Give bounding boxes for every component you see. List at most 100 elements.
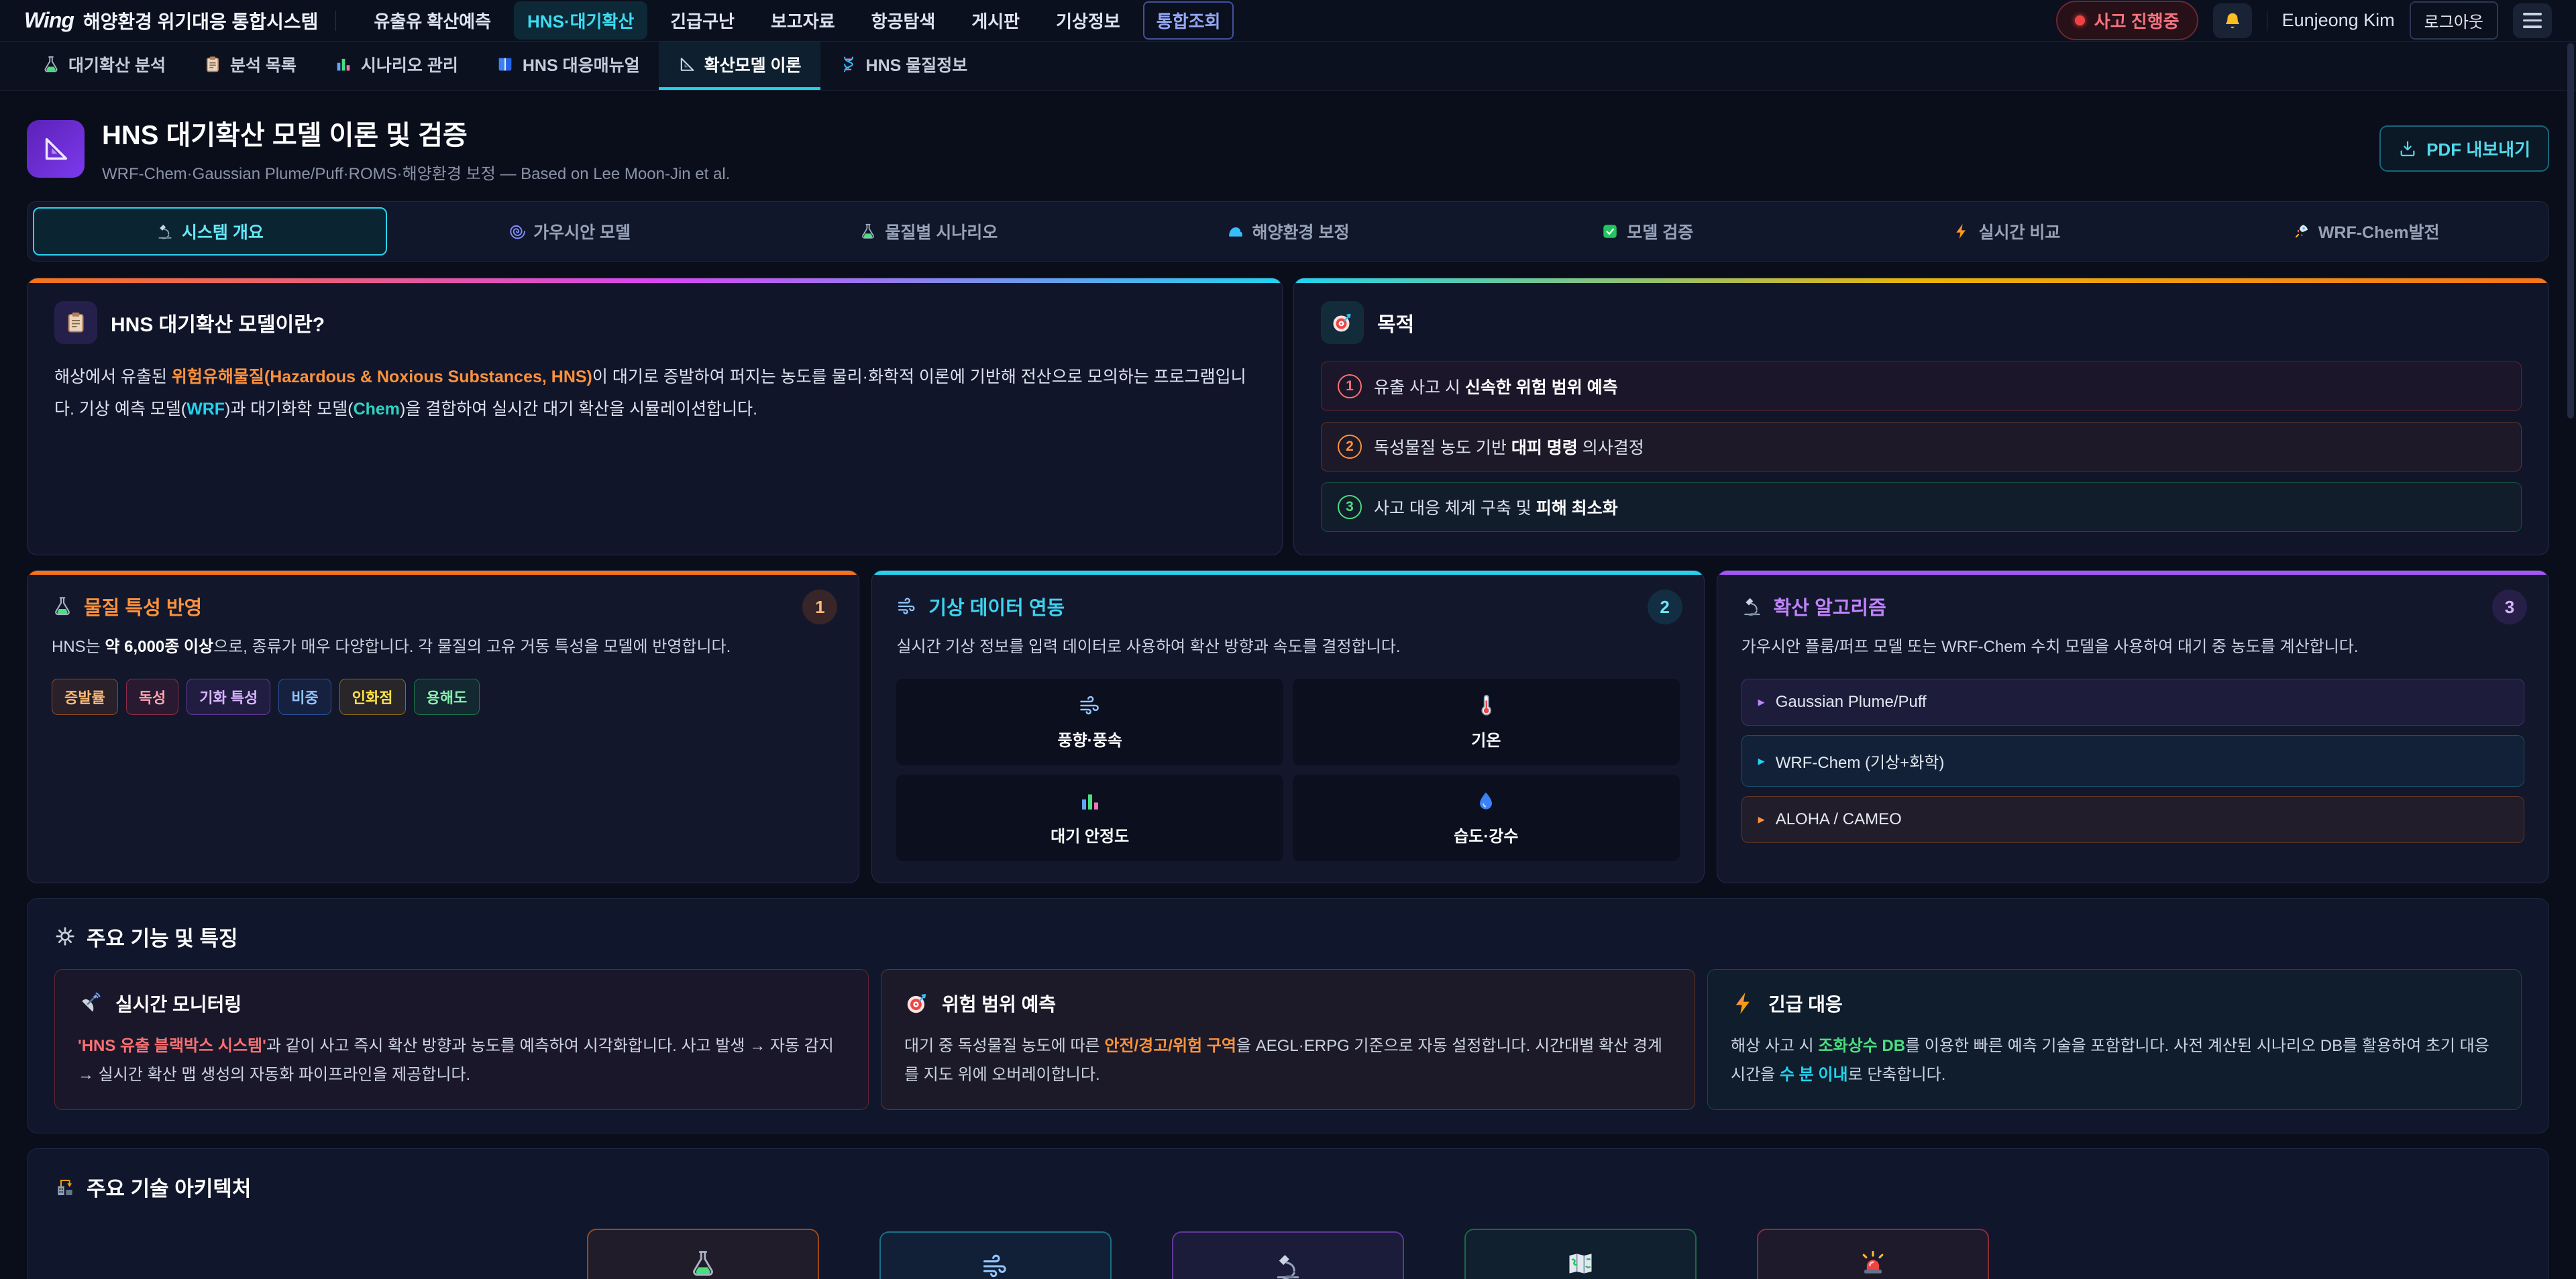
weather-label: 습도·강수 <box>1454 823 1518 846</box>
target-icon <box>904 991 930 1016</box>
pdf-export-label: PDF 내보내기 <box>2426 136 2530 161</box>
subnav-hns-manual[interactable]: HNS 대응매뉴얼 <box>477 42 659 90</box>
step-number-badge: 1 <box>802 590 837 624</box>
logout-button[interactable]: 로그아웃 <box>2410 1 2498 40</box>
purpose-title: 목적 <box>1377 308 1414 337</box>
tab-wrf-chem-evolution[interactable]: WRF-Chem발전 <box>2189 207 2543 256</box>
bell-icon <box>2222 11 2243 31</box>
logo-mark: Wing <box>24 8 74 33</box>
subnav-scenario-management[interactable]: 시나리오 관리 <box>315 42 477 90</box>
hamburger-icon <box>2523 13 2542 28</box>
nav-item-reports[interactable]: 보고자료 <box>757 1 849 40</box>
about-body: 해상에서 유출된 위험유해물질(Hazardous & Noxious Subs… <box>54 362 1255 425</box>
features-section: 주요 기능 및 특징 실시간 모니터링 'HNS 유출 블랙박스 시스템'과 같… <box>27 898 2549 1133</box>
vertical-scrollbar[interactable] <box>2567 43 2574 419</box>
weather-grid: 풍향·풍속 기온 대기 안정도 습도·강수 <box>896 679 1679 861</box>
divider <box>335 11 336 31</box>
weather-label: 기온 <box>1471 727 1501 750</box>
top-navbar: Wing 해양환경 위기대응 통합시스템 유출유 확산예측 HNS·대기확산 긴… <box>0 0 2576 42</box>
text: )을 결합하여 실시간 대기 확산을 시뮬레이션합니다. <box>400 400 757 419</box>
subnav-label: 확산모델 이론 <box>704 52 802 76</box>
architecture-heading: 주요 기술 아키텍처 <box>87 1172 251 1202</box>
flow-node-weather-data: 기상 데이터 KMA / AWS <box>879 1231 1112 1279</box>
bolt-icon <box>1731 991 1756 1016</box>
siren-icon <box>1858 1249 1888 1278</box>
tag-evaporation: 증발률 <box>52 679 118 715</box>
tab-realtime-comparison[interactable]: 실시간 비교 <box>1830 207 2184 256</box>
tag-flash-point: 인화점 <box>339 679 406 715</box>
clipboard-tile <box>54 301 97 344</box>
architecture-section: 주요 기술 아키텍처 HNS 물질 DB 6,000+ 물질 → 기상 데이터 … <box>27 1148 2549 1279</box>
tag-solubility: 용해도 <box>414 679 480 715</box>
subnav-label: HNS 물질정보 <box>866 52 968 76</box>
algo-aloha-cameo: ▸ ALOHA / CAMEO <box>1741 796 2524 843</box>
bolt-icon <box>1953 223 1970 240</box>
tab-marine-correction[interactable]: 해양환경 보정 <box>1111 207 1465 256</box>
nav-item-hns-diffusion[interactable]: HNS·대기확산 <box>514 1 647 40</box>
text: )과 대기화학 모델( <box>225 400 354 419</box>
user-name: Eunjeong Kim <box>2282 10 2395 31</box>
nav-item-integrated-search[interactable]: 통합조회 <box>1143 1 1234 40</box>
substance-properties-card: 1 물질 특성 반영 HNS는 약 6,000종 이상으로, 종류가 매우 다양… <box>27 570 859 883</box>
nav-item-oil-spill[interactable]: 유출유 확산예측 <box>360 1 504 40</box>
theory-tab-bar: 시스템 개요 가우시안 모델 물질별 시나리오 해양환경 보정 모델 검증 실시… <box>27 201 2549 262</box>
weather-data-card: 2 기상 데이터 연동 실시간 기상 정보를 입력 데이터로 사용하여 확산 방… <box>871 570 1704 883</box>
app-logo[interactable]: Wing 해양환경 위기대응 통합시스템 <box>24 7 318 34</box>
main-content: HNS 대기확산 모델이란? 해상에서 유출된 위험유해물질(Hazardous… <box>0 262 2576 1279</box>
wave-icon <box>1227 223 1244 240</box>
subnav-label: 분석 목록 <box>230 52 297 76</box>
secondary-nav: 대기확산 분석 분석 목록 시나리오 관리 HNS 대응매뉴얼 확산모델 이론 … <box>0 42 2576 91</box>
flow-node-hns-db: HNS 물질 DB 6,000+ 물질 <box>587 1229 819 1279</box>
flask-icon <box>52 596 73 617</box>
about-title: HNS 대기확산 모델이란? <box>111 308 325 337</box>
purpose-text: 사고 대응 체계 구축 및 피해 최소화 <box>1374 495 1618 519</box>
wrf-highlight: WRF <box>186 400 225 419</box>
pillar-description: HNS는 약 6,000종 이상으로, 종류가 매우 다양합니다. 각 물질의 … <box>52 634 835 661</box>
pdf-export-button[interactable]: PDF 내보내기 <box>2379 125 2549 172</box>
tab-substance-scenarios[interactable]: 물질별 시나리오 <box>751 207 1106 256</box>
feature-text: 해상 사고 시 조화상수 DB를 이용한 빠른 예측 기술을 포함합니다. 사전… <box>1731 1032 2498 1089</box>
hns-highlight: 위험유해물질(Hazardous & Noxious Substances, H… <box>172 368 592 386</box>
weather-label: 풍향·풍속 <box>1058 727 1122 750</box>
algo-gaussian: ▸ Gaussian Plume/Puff <box>1741 679 2524 726</box>
purpose-number: 1 <box>1338 374 1362 398</box>
subnav-analysis-list[interactable]: 분석 목록 <box>184 42 315 90</box>
flask-icon <box>688 1249 718 1278</box>
main-nav: 유출유 확산예측 HNS·대기확산 긴급구난 보고자료 항공탐색 게시판 기상정… <box>360 1 1234 40</box>
tab-label: WRF-Chem발전 <box>2318 219 2440 243</box>
tag-toxicity: 독성 <box>126 679 178 715</box>
risk-range-prediction-card: 위험 범위 예측 대기 중 독성물질 농도에 따른 안전/경고/위험 구역을 A… <box>881 969 1695 1110</box>
nav-item-rescue[interactable]: 긴급구난 <box>657 1 748 40</box>
about-model-card: HNS 대기확산 모델이란? 해상에서 유출된 위험유해물질(Hazardous… <box>27 278 1283 555</box>
subnav-model-theory[interactable]: 확산모델 이론 <box>659 42 820 90</box>
flow-node-model-engine: 확산 모델 엔진 WRF-Chem / Gaussian <box>1172 1231 1404 1279</box>
clipboard-icon <box>64 311 88 335</box>
feature-title: 긴급 대응 <box>1768 990 1843 1017</box>
tag-vaporization: 기화 특성 <box>186 679 270 715</box>
tab-model-validation[interactable]: 모델 검증 <box>1470 207 1825 256</box>
nav-item-weather[interactable]: 기상정보 <box>1042 1 1134 40</box>
notifications-button[interactable] <box>2213 3 2252 38</box>
purpose-item-1: 1 유출 사고 시 신속한 위험 범위 예측 <box>1321 362 2522 411</box>
step-number-badge: 2 <box>1648 590 1682 624</box>
purpose-number: 3 <box>1338 495 1362 519</box>
algo-label: Gaussian Plume/Puff <box>1776 693 1927 712</box>
tab-gaussian-model[interactable]: 가우시안 모델 <box>392 207 747 256</box>
subnav-diffusion-analysis[interactable]: 대기확산 분석 <box>23 42 184 90</box>
purpose-text: 독성물질 농도 기반 대피 명령 의사결정 <box>1374 435 1644 459</box>
nav-item-board[interactable]: 게시판 <box>958 1 1033 40</box>
download-icon <box>2398 140 2417 158</box>
pillar-title: 기상 데이터 연동 <box>928 592 1065 620</box>
purpose-item-3: 3 사고 대응 체계 구축 및 피해 최소화 <box>1321 482 2522 532</box>
dna-icon <box>839 55 858 74</box>
weather-stability: 대기 안정도 <box>896 775 1283 861</box>
flow-node-decision: 대응 의사결정 대피·방제 명령 <box>1757 1229 1989 1279</box>
wind-icon <box>981 1252 1010 1279</box>
menu-button[interactable] <box>2513 3 2552 38</box>
nav-item-aerial-search[interactable]: 항공탐색 <box>858 1 949 40</box>
spiral-icon <box>508 223 525 240</box>
tab-system-overview[interactable]: 시스템 개요 <box>33 207 387 256</box>
subnav-hns-substance-info[interactable]: HNS 물질정보 <box>820 42 987 90</box>
chem-highlight: Chem <box>354 400 400 419</box>
feature-text: 대기 중 독성물질 농도에 따른 안전/경고/위험 구역을 AEGL·ERPG … <box>904 1032 1672 1089</box>
